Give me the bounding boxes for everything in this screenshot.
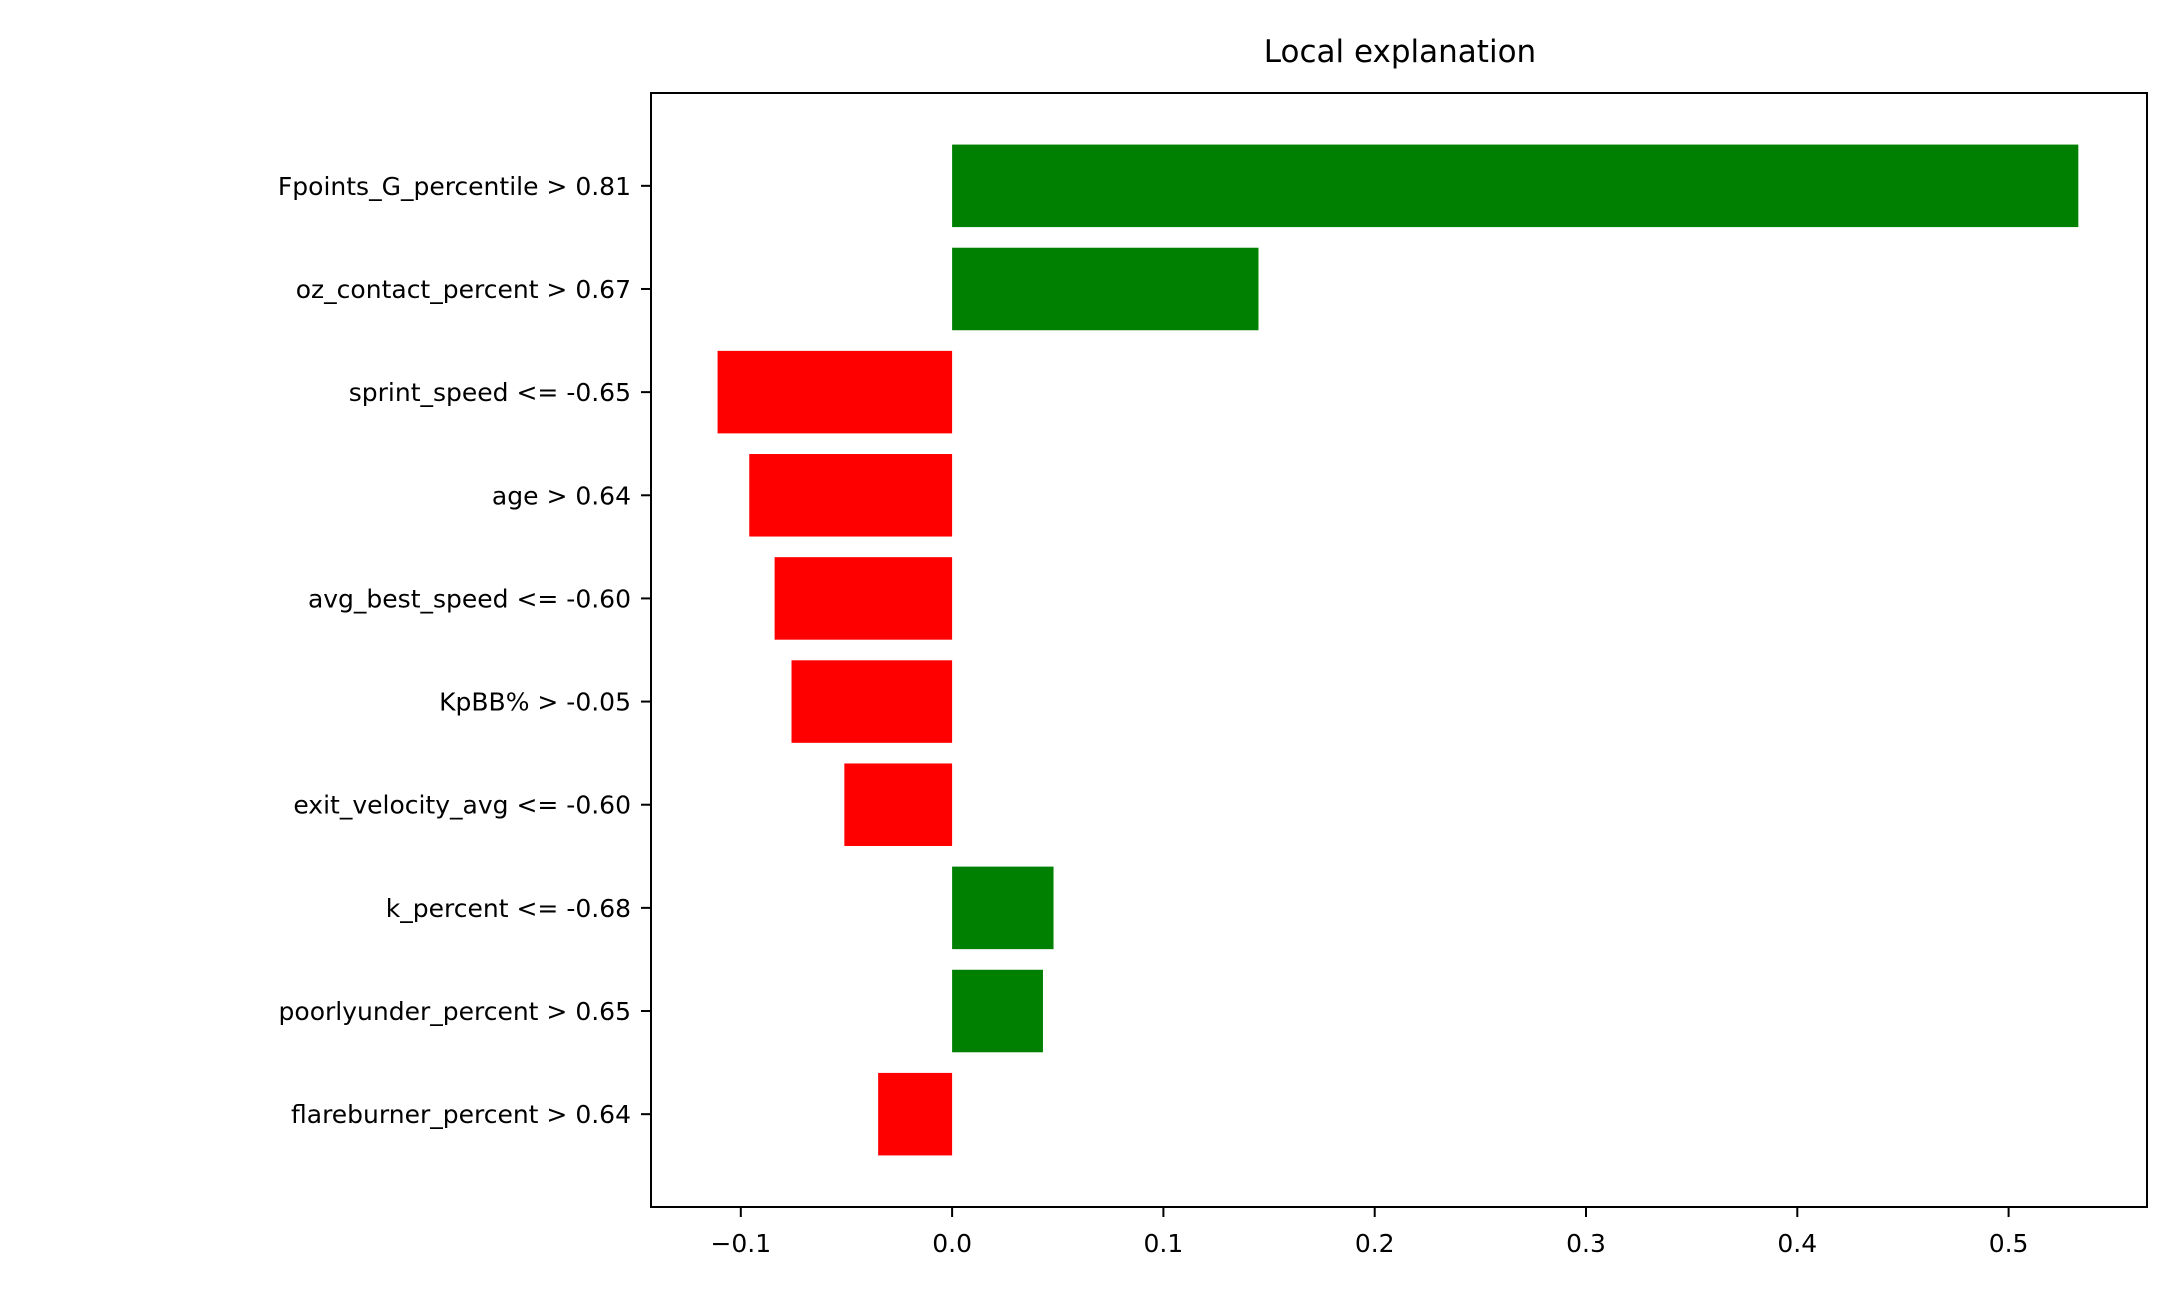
local-explanation-chart: Local explanation Fpoints_G_percentile >… <box>278 34 2148 1258</box>
y-tick-label: sprint_speed <= -0.65 <box>349 378 631 407</box>
y-tick-label: k_percent <= -0.68 <box>386 894 631 923</box>
bar-10 <box>878 1072 953 1156</box>
y-tick-label: oz_contact_percent > 0.67 <box>296 275 631 304</box>
bar-4 <box>749 454 953 537</box>
x-tick-label: 0.4 <box>1777 1229 1817 1258</box>
bar-6 <box>791 660 953 743</box>
bar-7 <box>844 763 953 846</box>
x-tick-label: 0.1 <box>1144 1229 1184 1258</box>
y-tick-label: Fpoints_G_percentile > 0.81 <box>278 172 631 201</box>
y-tick-label: poorlyunder_percent > 0.65 <box>279 997 631 1026</box>
plot-frame <box>650 92 2148 1208</box>
bar-3 <box>717 350 953 434</box>
bar-5 <box>774 557 953 640</box>
y-tick-label: exit_velocity_avg <= -0.60 <box>293 791 631 820</box>
y-tick-label: avg_best_speed <= -0.60 <box>308 584 631 613</box>
y-tick-label: KpBB% > -0.05 <box>439 688 631 717</box>
bar-9 <box>952 969 1043 1053</box>
bar-8 <box>952 866 1054 950</box>
x-tick-label: 0.5 <box>1989 1229 2029 1258</box>
x-tick-label: 0.3 <box>1566 1229 1606 1258</box>
y-tick-label: flareburner_percent > 0.64 <box>291 1100 631 1129</box>
x-tick-label: 0.0 <box>932 1229 972 1258</box>
x-tick-label: −0.1 <box>710 1229 771 1258</box>
y-tick-label: age > 0.64 <box>492 481 631 510</box>
chart-title: Local explanation <box>1264 34 1536 70</box>
x-tick-label: 0.2 <box>1355 1229 1395 1258</box>
bar-1 <box>952 144 2079 228</box>
bar-2 <box>952 247 1259 331</box>
